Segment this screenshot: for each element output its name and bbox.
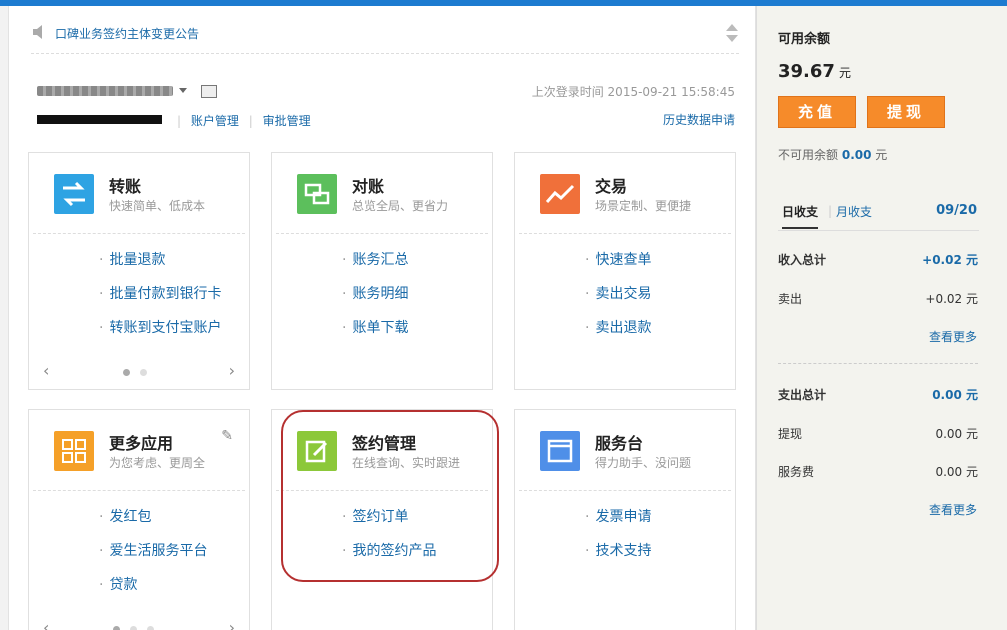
approval-manage-link[interactable]: 审批管理 (263, 114, 311, 128)
tab-daily[interactable]: 日收支 (782, 203, 819, 229)
pencil-icon[interactable]: ✎ (221, 428, 233, 444)
account-name-redacted (37, 86, 173, 96)
history-data-link[interactable]: 历史数据申请 (663, 111, 735, 128)
sell-row: 卖出 +0.02 元 (778, 292, 978, 306)
divider (33, 233, 245, 234)
link-separator: | (177, 114, 182, 128)
card-subtitle: 总览全局、更省力 (352, 199, 449, 213)
income-tabs: 日收支 | 月收支 09/20 (778, 203, 979, 231)
link-separator: | (248, 114, 253, 128)
card-title: 更多应用 (109, 434, 174, 453)
reconcile-icon (297, 174, 337, 214)
speaker-icon (33, 25, 42, 39)
account-links: | 账户管理 | 审批管理 (171, 112, 311, 129)
divider (276, 233, 488, 234)
card-link[interactable]: · 发票申请 (585, 506, 651, 540)
chevron-down-icon[interactable] (179, 88, 187, 93)
income-total-row: 收入总计 +0.02 元 (778, 253, 978, 267)
main-panel: 口碑业务签约主体变更公告 上次登录时间 2015-09-21 15:58:45 … (8, 6, 756, 630)
card-subtitle: 场景定制、更便捷 (595, 199, 692, 213)
card-reconcile: 对账 总览全局、更省力 · 账务汇总 · 账务明细 · 账单下载 (271, 152, 493, 390)
pager-dot[interactable] (130, 626, 137, 630)
withdraw-button[interactable]: 提现 (867, 96, 945, 128)
stats-date: 09/20 (936, 203, 977, 218)
card-link[interactable]: · 批量退款 (99, 249, 221, 283)
last-login-time: 上次登录时间 2015-09-21 15:58:45 (531, 85, 735, 99)
card-link[interactable]: · 发红包 (99, 506, 207, 540)
card-link[interactable]: · 账务汇总 (342, 249, 408, 283)
card-title: 转账 (109, 177, 142, 196)
chevron-right-icon[interactable]: › (229, 618, 235, 630)
pager-dot[interactable] (140, 369, 147, 376)
grid-apps-icon (54, 431, 94, 471)
notice-link[interactable]: 口碑业务签约主体变更公告 (55, 25, 199, 42)
service-window-icon (540, 431, 580, 471)
card-service-desk: 服务台 得力助手、没问题 · 发票申请 · 技术支持 (514, 409, 736, 630)
card-trade: 交易 场景定制、更便捷 · 快速查单 · 卖出交易 · 卖出退款 (514, 152, 736, 390)
available-balance: 39.67 元 (778, 61, 851, 82)
card-link[interactable]: · 批量付款到银行卡 (99, 283, 221, 317)
highlight-outline (281, 410, 499, 582)
account-id-redacted (37, 115, 162, 124)
pager-dot[interactable] (123, 369, 130, 376)
card-subtitle: 快速简单、低成本 (109, 199, 206, 213)
view-more-expense-link[interactable]: 查看更多 (929, 501, 977, 518)
card-link[interactable]: · 技术支持 (585, 540, 651, 574)
card-link[interactable]: · 贷款 (99, 574, 207, 608)
divider (519, 233, 731, 234)
card-link[interactable]: · 转账到支付宝账户 (99, 317, 221, 351)
notice-bar: 口碑业务签约主体变更公告 (31, 24, 739, 54)
withdraw-row: 提现 0.00 元 (778, 427, 978, 441)
card-link[interactable]: · 卖出交易 (585, 283, 651, 317)
chevron-right-icon[interactable]: › (229, 361, 235, 380)
card-transfer: 转账 快速简单、低成本 · 批量退款 · 批量付款到银行卡 · 转账到支付宝账户 ‹ … (28, 152, 250, 390)
card-subtitle: 得力助手、没问题 (595, 456, 692, 470)
divider (33, 490, 245, 491)
tab-monthly[interactable]: 月收支 (836, 203, 872, 220)
balance-sidebar: 可用余额 39.67 元 充值 提现 不可用余额 0.00 元 日收支 | 月收支… (756, 6, 1007, 630)
card-link[interactable]: · 爱生活服务平台 (99, 540, 207, 574)
view-more-income-link[interactable]: 查看更多 (929, 328, 977, 345)
fee-row: 服务费 0.00 元 (778, 465, 978, 479)
divider (778, 363, 978, 364)
trade-chart-icon (540, 174, 580, 214)
divider (519, 490, 731, 491)
card-link[interactable]: · 账务明细 (342, 283, 408, 317)
chevron-left-icon[interactable]: ‹ (43, 361, 49, 380)
tab-separator: | (828, 204, 833, 218)
pager-dots (123, 365, 157, 380)
transfer-icon (54, 174, 94, 214)
unavailable-balance: 不可用余额 0.00 元 (778, 148, 888, 162)
card-link[interactable]: · 卖出退款 (585, 317, 651, 351)
id-card-icon[interactable] (201, 85, 217, 98)
available-balance-label: 可用余额 (778, 32, 831, 47)
card-title: 服务台 (595, 434, 644, 453)
pager-dot[interactable] (113, 626, 120, 630)
chevron-left-icon[interactable]: ‹ (43, 618, 49, 630)
card-title: 对账 (352, 177, 385, 196)
account-manage-link[interactable]: 账户管理 (191, 114, 239, 128)
card-link[interactable]: · 账单下载 (342, 317, 408, 351)
card-subtitle: 为您考虑、更周全 (109, 456, 206, 470)
pager-dots (113, 622, 164, 630)
card-link[interactable]: · 快速查单 (585, 249, 651, 283)
scroll-arrows-icon[interactable] (725, 22, 739, 44)
expense-total-row: 支出总计 0.00 元 (778, 388, 978, 402)
pager-dot[interactable] (147, 626, 154, 630)
recharge-button[interactable]: 充值 (778, 96, 856, 128)
card-title: 交易 (595, 177, 628, 196)
card-more-apps: 更多应用 为您考虑、更周全 ✎ · 发红包 · 爱生活服务平台 · 贷款 ‹ › (28, 409, 250, 630)
